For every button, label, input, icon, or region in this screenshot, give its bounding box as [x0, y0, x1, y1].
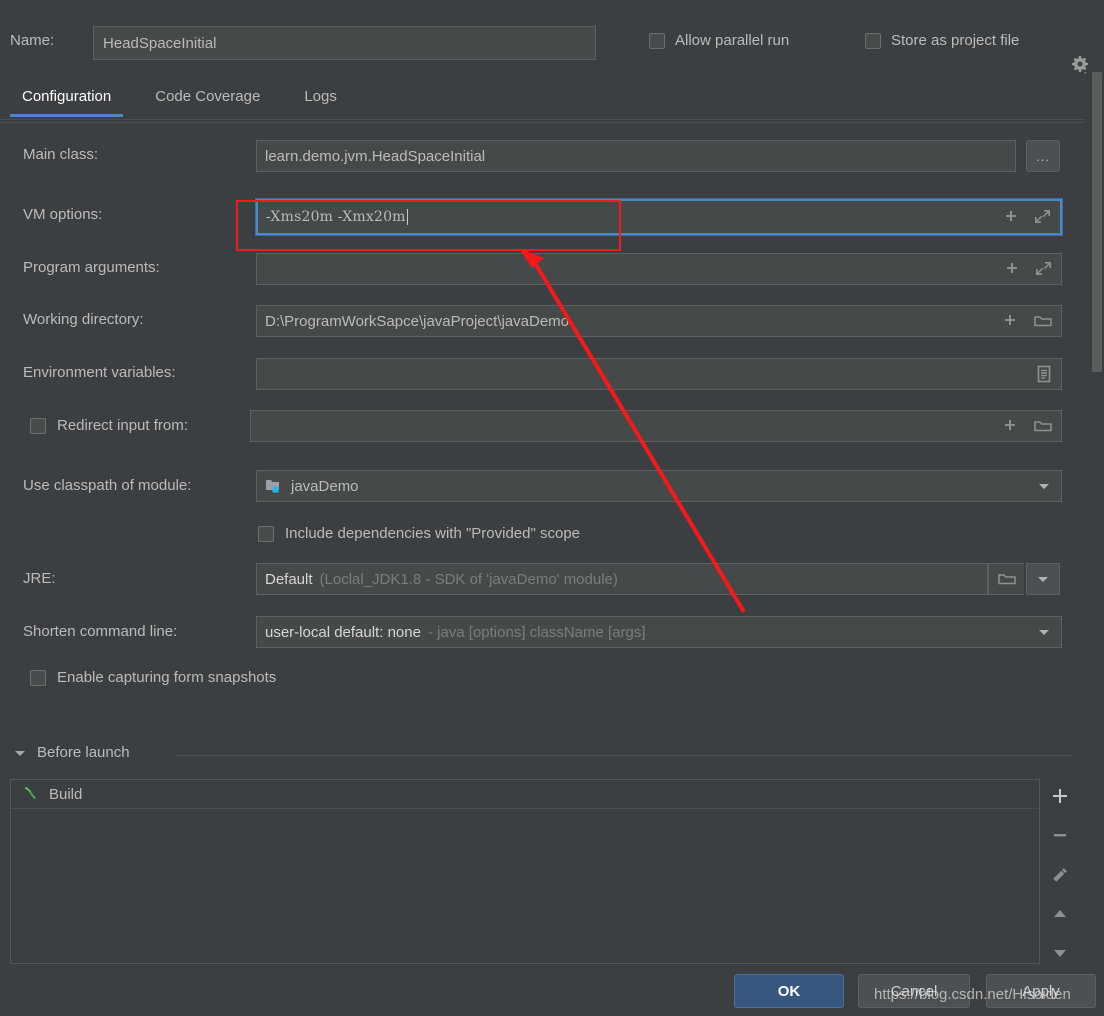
text-caret [406, 209, 408, 225]
checkbox-box[interactable] [649, 32, 665, 49]
list-icon[interactable] [1035, 364, 1053, 384]
vm-options-value: -Xms20m -Xmx20m [266, 209, 406, 225]
arrow-down-icon [1054, 950, 1066, 958]
checkbox-box[interactable] [30, 417, 46, 434]
name-input[interactable] [93, 26, 596, 60]
list-item[interactable]: Build [11, 780, 1039, 808]
redirect-input-field[interactable] [250, 410, 1062, 442]
before-launch-toolbar [1040, 779, 1080, 964]
vm-options-label: VM options: [23, 206, 103, 223]
working-directory-value: D:\ProgramWorkSapce\javaProject\javaDemo [265, 312, 570, 330]
shorten-command-line-combo[interactable]: user-local default: none - java [options… [256, 616, 1062, 648]
plus-icon [1053, 788, 1067, 803]
jre-dropdown-button[interactable] [1026, 563, 1060, 595]
environment-variables-label: Environment variables: [23, 364, 176, 381]
main-class-field[interactable]: learn.demo.jvm.HeadSpaceInitial [256, 140, 1016, 172]
shorten-command-line-label: Shorten command line: [23, 623, 178, 640]
plus-icon[interactable] [1002, 208, 1020, 226]
store-as-project-file-label: Store as project file [891, 32, 1020, 49]
chevron-down-icon[interactable] [1033, 471, 1055, 501]
program-arguments-label: Program arguments: [23, 259, 160, 276]
shorten-command-line-value: user-local default: none [265, 623, 421, 641]
capture-snapshots-label: Enable capturing form snapshots [57, 669, 277, 686]
pencil-icon [1053, 867, 1067, 882]
before-launch-header[interactable]: Before launch [14, 744, 130, 761]
minus-icon [1054, 834, 1066, 837]
before-launch-divider [175, 755, 1072, 756]
apply-button[interactable]: Apply [986, 974, 1096, 1008]
environment-variables-field[interactable] [256, 358, 1062, 390]
include-provided-checkbox[interactable]: Include dependencies with "Provided" sco… [258, 525, 580, 542]
plus-icon[interactable] [1001, 417, 1019, 435]
tab-logs[interactable]: Logs [282, 80, 359, 117]
dialog-footer: OK Cancel Apply [0, 968, 1104, 1016]
redirect-input-label: Redirect input from: [57, 417, 188, 434]
jre-label: JRE: [23, 570, 56, 587]
before-launch-title: Before launch [37, 744, 130, 761]
main-class-value: learn.demo.jvm.HeadSpaceInitial [265, 147, 486, 165]
vm-options-field[interactable]: -Xms20m -Xmx20m [255, 198, 1063, 236]
main-class-browse-button[interactable]: ... [1026, 140, 1060, 172]
configuration-panel: Main class: learn.demo.jvm.HeadSpaceInit… [0, 122, 1085, 710]
run-configuration-dialog: Name: Allow parallel run Store as projec… [0, 0, 1104, 1016]
working-directory-label: Working directory: [23, 311, 144, 328]
triangle-down-icon[interactable] [14, 748, 26, 758]
move-down-button[interactable] [1047, 943, 1073, 964]
plus-icon[interactable] [1003, 260, 1021, 278]
folder-icon [997, 574, 1016, 585]
gear-icon[interactable] [1068, 54, 1092, 78]
program-arguments-field[interactable] [256, 253, 1062, 285]
expand-icon[interactable] [1034, 208, 1052, 226]
remove-button[interactable] [1047, 824, 1073, 845]
before-launch-list[interactable]: Build [10, 779, 1040, 964]
list-divider [11, 808, 1039, 809]
hammer-icon [24, 786, 36, 800]
checkbox-box[interactable] [865, 32, 881, 49]
classpath-module-combo[interactable]: javaDemo [256, 470, 1062, 502]
redirect-input-checkbox[interactable]: Redirect input from: [30, 417, 188, 434]
classpath-module-label: Use classpath of module: [23, 477, 192, 494]
jre-hint: (Loclal_JDK1.8 - SDK of 'javaDemo' modul… [319, 570, 618, 588]
classpath-module-value: javaDemo [291, 477, 359, 495]
name-label: Name: [10, 32, 55, 49]
store-as-project-file-checkbox[interactable]: Store as project file [865, 32, 1019, 49]
arrow-up-icon [1054, 909, 1066, 917]
checkbox-box[interactable] [258, 525, 274, 542]
tab-underline [0, 119, 1085, 120]
module-folder-icon [266, 480, 279, 493]
vertical-scrollbar-thumb[interactable] [1092, 72, 1102, 372]
jre-browse-button[interactable] [988, 563, 1024, 595]
capture-snapshots-checkbox[interactable]: Enable capturing form snapshots [30, 669, 276, 686]
folder-icon[interactable] [1033, 312, 1053, 330]
allow-parallel-run-label: Allow parallel run [675, 32, 790, 49]
ok-button[interactable]: OK [734, 974, 844, 1008]
checkbox-box[interactable] [30, 669, 46, 686]
name-row: Name: Allow parallel run Store as projec… [0, 22, 1104, 74]
allow-parallel-run-checkbox[interactable]: Allow parallel run [649, 32, 789, 49]
tab-configuration[interactable]: Configuration [0, 80, 133, 117]
working-directory-field[interactable]: D:\ProgramWorkSapce\javaProject\javaDemo [256, 305, 1062, 337]
jre-field[interactable]: Default (Loclal_JDK1.8 - SDK of 'javaDem… [256, 563, 988, 595]
tab-bar: Configuration Code Coverage Logs [0, 80, 1104, 122]
list-item-label: Build [49, 785, 83, 803]
chevron-down-icon [1038, 577, 1048, 582]
chevron-down-icon[interactable] [1033, 617, 1055, 647]
main-class-label: Main class: [23, 146, 99, 163]
plus-icon[interactable] [1001, 312, 1019, 330]
tab-code-coverage[interactable]: Code Coverage [133, 80, 282, 117]
add-button[interactable] [1047, 785, 1073, 806]
expand-icon[interactable] [1035, 260, 1053, 278]
shorten-command-line-hint: - java [options] className [args] [427, 623, 646, 641]
cancel-button[interactable]: Cancel [858, 974, 970, 1008]
jre-value: Default [265, 570, 313, 588]
include-provided-label: Include dependencies with "Provided" sco… [285, 525, 581, 542]
edit-button[interactable] [1047, 864, 1073, 885]
move-up-button[interactable] [1047, 903, 1073, 924]
folder-icon[interactable] [1033, 417, 1053, 435]
